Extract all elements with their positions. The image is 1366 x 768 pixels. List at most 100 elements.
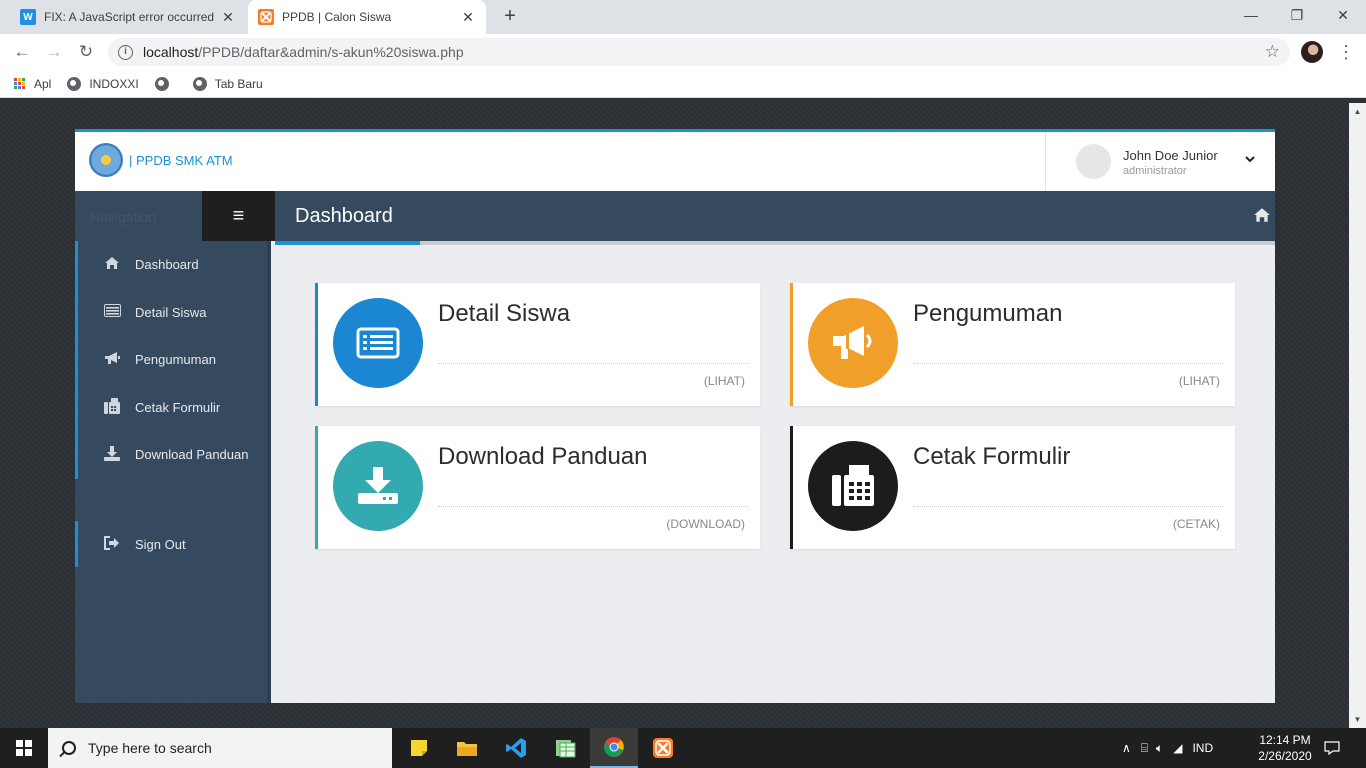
taskbar-search[interactable]: Type here to search [48,728,392,768]
card-title: Cetak Formulir [913,443,1071,470]
content-header: Dashboard [275,191,1275,245]
windows-taskbar: Type here to search ∧ ⌸ 🔈︎ ◢ IND 12:14 P… [0,728,1366,768]
globe-icon [67,76,82,91]
scroll-up-icon[interactable]: ▲ [1349,103,1366,120]
sidebar-item-sign-out[interactable]: Sign Out [75,521,271,567]
fax-icon [808,441,898,531]
xampp-app[interactable] [639,728,687,768]
card-title: Download Panduan [438,443,648,470]
reload-icon[interactable]: ↻ [74,40,98,64]
sticky-notes-app[interactable] [395,728,443,768]
minimize-icon[interactable]: — [1228,0,1274,30]
profile-avatar[interactable] [1301,41,1323,63]
card-link[interactable]: (LIHAT) [704,374,745,388]
spreadsheet-app[interactable] [541,728,589,768]
nav-title: Navigation [90,209,157,225]
dashboard-cards: Detail Siswa (LIHAT) Pengumuman (LIHAT) [275,245,1275,703]
school-logo-icon [89,143,123,177]
bullhorn-icon [102,351,122,368]
sidebar-item-detail-siswa[interactable]: Detail Siswa [78,289,271,337]
card-pengumuman[interactable]: Pengumuman (LIHAT) [790,283,1235,406]
new-tab-button[interactable]: + [498,4,522,28]
card-divider [438,506,748,507]
bookmark-label: Apl [34,76,52,91]
restore-icon[interactable]: ❐ [1274,0,1320,30]
word-icon: W [20,9,36,25]
sidebar-item-label: Cetak Formulir [135,399,221,415]
hamburger-icon: ≡ [232,205,245,227]
browser-toolbar: ← → ↻ i localhost/PPDB/daftar&admin/s-ak… [0,34,1366,70]
sidebar-item-pengumuman[interactable]: Pengumuman [78,336,271,384]
fax-icon [102,397,122,417]
page-title: Dashboard [295,205,393,227]
notifications-icon[interactable] [1324,728,1342,768]
user-name: John Doe Junior [1123,148,1218,163]
sidebar-item-label: Download Panduan [135,447,249,463]
chevron-up-icon[interactable]: ∧ [1122,741,1131,755]
vscode-app[interactable] [492,728,540,768]
bookmark-label: INDOXXI [89,76,139,91]
language-indicator[interactable]: IND [1192,741,1213,755]
tab-title: PPDB | Calon Siswa [282,10,392,24]
chrome-app[interactable] [590,728,638,768]
search-icon [62,741,76,755]
chrome-icon [604,737,624,757]
sidebar-item-download-panduan[interactable]: Download Panduan [78,431,271,479]
info-icon[interactable]: i [118,44,133,60]
brand[interactable]: | PPDB SMK ATM [89,143,233,177]
admin-app: | PPDB SMK ATM John Doe Junior administr… [75,129,1275,703]
card-cetak-formulir[interactable]: Cetak Formulir (CETAK) [790,426,1235,549]
volume-icon[interactable]: 🔈︎ [1156,741,1163,756]
card-link[interactable]: (DOWNLOAD) [666,517,745,531]
file-explorer-app[interactable] [443,728,491,768]
vertical-scrollbar[interactable]: ▲ ▼ [1349,103,1366,728]
sidebar-item-label: Dashboard [135,257,199,273]
card-download-panduan[interactable]: Download Panduan (DOWNLOAD) [315,426,760,549]
tab-fix-javascript[interactable]: W FIX: A JavaScript error occurred in ✕ [10,0,246,34]
wifi-icon[interactable]: ◢ [1173,741,1182,755]
bookmark-tab-baru[interactable]: Tab Baru [192,76,263,91]
close-icon[interactable]: ✕ [220,9,236,26]
bookmark-apps[interactable]: Apl [14,77,51,91]
close-window-icon[interactable]: ✕ [1320,0,1366,30]
bookmarks-bar: Apl INDOXXI Tab Baru [0,70,1366,98]
download-icon [333,441,423,531]
sidebar-item-cetak-formulir[interactable]: Cetak Formulir [78,384,271,432]
user-menu[interactable]: John Doe Junior administrator [1045,132,1275,191]
home-icon [102,256,122,273]
taskbar-clock[interactable]: 12:14 PM 2/26/2020 [1250,732,1320,764]
address-bar[interactable]: i localhost/PPDB/daftar&admin/s-akun%20s… [108,38,1290,66]
avatar [1076,144,1111,179]
card-divider [913,363,1223,364]
back-icon[interactable]: ← [10,40,34,64]
network-icon[interactable]: ⌸ [1141,741,1148,756]
nav-list: Dashboard Detail Siswa Pengumuman Cetak … [75,241,271,479]
search-placeholder: Type here to search [88,740,212,756]
card-link[interactable]: (LIHAT) [1179,374,1220,388]
card-link[interactable]: (CETAK) [1173,517,1220,531]
start-button[interactable] [0,728,48,768]
windows-logo-icon [16,740,32,756]
sidebar-item-dashboard[interactable]: Dashboard [78,241,271,289]
menu-toggle-button[interactable]: ≡ [202,191,275,241]
scroll-down-icon[interactable]: ▼ [1349,711,1366,728]
list-icon [102,304,122,320]
bookmark-star-icon[interactable]: ☆ [1265,42,1280,62]
chevron-down-icon[interactable] [1245,152,1255,166]
forward-icon[interactable]: → [42,40,66,64]
tab-ppdb-calon-siswa[interactable]: PPDB | Calon Siswa ✕ [248,0,486,34]
card-divider [913,506,1223,507]
system-tray: ∧ ⌸ 🔈︎ ◢ IND [1122,728,1213,768]
more-menu-icon[interactable]: ⋮ [1336,40,1356,64]
clock-time: 12:14 PM [1259,733,1311,747]
bookmark-untitled[interactable] [154,76,177,91]
sidebar: Navigation ≡ Dashboard Detail Siswa Peng… [75,191,275,703]
home-icon[interactable] [1253,207,1275,227]
sign-out-label: Sign Out [135,536,186,552]
user-role: administrator [1123,165,1187,177]
bookmark-indoxxi[interactable]: INDOXXI [67,76,139,91]
close-icon[interactable]: ✕ [460,9,476,26]
card-detail-siswa[interactable]: Detail Siswa (LIHAT) [315,283,760,406]
brand-text: | PPDB SMK ATM [129,152,233,168]
clock-date: 2/26/2020 [1258,749,1312,763]
